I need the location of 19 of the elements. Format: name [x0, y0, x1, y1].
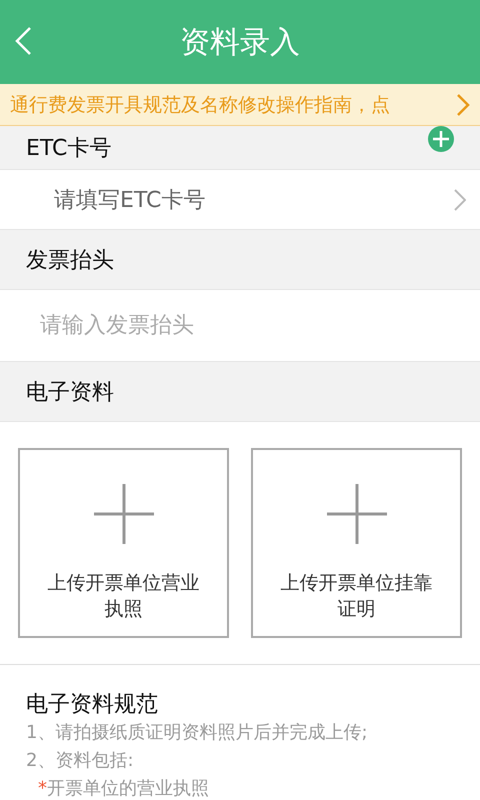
required-mark: * [38, 778, 47, 799]
rules-title: 电子资料规范 [26, 691, 159, 719]
notice-text: 通行费发票开具规范及名称修改操作指南，点 [10, 92, 390, 118]
rule-text: 1、请拍摄纸质证明资料照片后并完成上传; [26, 721, 369, 745]
chevron-right-icon [456, 92, 470, 116]
chevron-right-icon [454, 188, 466, 210]
page-title: 资料录入 [180, 24, 300, 62]
section-title: 发票抬头 [26, 246, 114, 274]
upload-button[interactable]: 上传开票单位营业执照 [18, 448, 229, 638]
upload-button[interactable]: 上传开票单位挂靠证明 [251, 448, 462, 638]
plus-icon [326, 484, 386, 544]
plus-icon [94, 484, 154, 544]
section-title: 电子资料 [26, 378, 114, 406]
back-icon [14, 26, 32, 56]
rule-text: 开票单位的营业执照 [47, 778, 209, 799]
rule-text: 2、资料包括: [26, 749, 135, 773]
etc-card-placeholder: 请填写ETC卡号 [54, 186, 206, 214]
add-icon[interactable] [428, 126, 454, 152]
section-title: ETC卡号 [26, 134, 112, 162]
